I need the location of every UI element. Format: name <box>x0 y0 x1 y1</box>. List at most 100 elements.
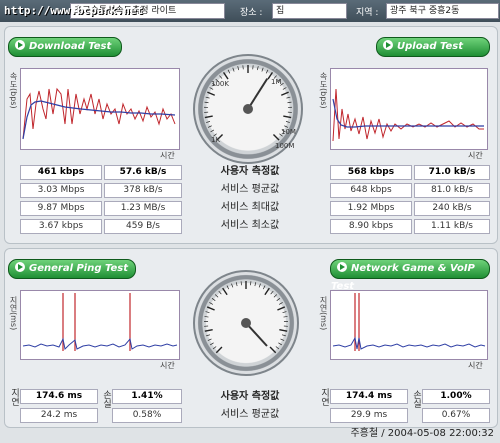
gauge-tick <box>278 302 283 305</box>
gauge-tick <box>237 66 240 71</box>
gauge-tick <box>282 87 287 90</box>
gauge-tick <box>279 328 288 332</box>
place-label: 장소 : <box>240 8 263 18</box>
gauge-tick <box>204 115 213 119</box>
gauge-tick <box>270 290 274 295</box>
upload-x-label: 시간 <box>468 151 483 160</box>
gauge-tick <box>283 115 292 119</box>
upload-value: 81.0 kB/s <box>414 183 490 198</box>
download-value: 3.03 Mbps <box>20 183 102 198</box>
download-y-label: 속도(bps) <box>9 72 18 109</box>
gauge-tick <box>218 290 222 295</box>
gauge-tick <box>256 66 259 71</box>
speed-needle <box>247 78 269 110</box>
download-value: 378 kB/s <box>104 183 182 198</box>
ping-latency-value: 174.6 ms <box>20 389 98 404</box>
gauge-tick <box>210 129 215 133</box>
gauge-tick <box>235 282 238 287</box>
gauge-tick <box>210 342 214 346</box>
game-loss-value: 0.67% <box>422 408 490 423</box>
game-latency-value: 29.9 ms <box>330 408 408 423</box>
ping-latency-value: 24.2 ms <box>20 408 98 423</box>
upload-test-button[interactable]: Upload Test <box>376 37 490 57</box>
gauge-tick <box>269 346 277 354</box>
general-ping-test-button[interactable]: General Ping Test <box>8 259 136 279</box>
ping-y-label: 지연(ms) <box>9 296 18 331</box>
upload-graph <box>330 68 488 150</box>
gauge-tick <box>204 316 209 318</box>
download-value: 459 B/s <box>104 219 182 234</box>
gauge-tick <box>207 125 212 128</box>
gauge-tick-label: 1M <box>271 78 282 86</box>
gauge-tick <box>222 72 229 80</box>
game-voip-test-button[interactable]: Network Game & VoIP Test <box>330 259 490 292</box>
gauge-tick <box>282 311 287 314</box>
gauge-tick <box>258 283 261 288</box>
gauge-tick <box>254 282 257 287</box>
download-graph <box>20 68 180 150</box>
gauge-tick <box>282 334 287 337</box>
ping-x-label: 시간 <box>160 361 175 370</box>
gauge-tick <box>286 96 291 99</box>
upload-value: 240 kB/s <box>414 201 490 216</box>
footer-user-timestamp: 주흥철 / 2004-05-08 22:00:32 <box>350 428 494 439</box>
gauge-tick <box>261 67 264 72</box>
ping-gauge-dial <box>204 281 288 354</box>
gauge-tick <box>231 283 234 288</box>
download-value: 1.23 MB/s <box>104 201 182 216</box>
gauge-tick <box>219 75 223 79</box>
gauge-hub <box>243 104 253 114</box>
gauge-tick <box>232 67 235 72</box>
upload-value: 1.11 kB/s <box>414 219 490 234</box>
upload-test-label: Upload Test <box>397 41 464 52</box>
download-value: 57.6 kB/s <box>104 165 182 180</box>
upload-value: 8.90 kbps <box>330 219 412 234</box>
download-x-label: 시간 <box>160 151 175 160</box>
label-user-measured: 사용자 측정값 <box>220 391 280 402</box>
download-value: 3.67 kbps <box>20 219 102 234</box>
gauge-tick <box>209 302 214 305</box>
game-x-label: 시간 <box>468 361 483 370</box>
download-value: 9.87 Mbps <box>20 201 102 216</box>
place-field[interactable]: 집 <box>272 3 347 19</box>
gauge-tick <box>205 96 210 99</box>
gauge-tick-label: 100M <box>275 142 294 150</box>
gauge-tick <box>204 328 213 332</box>
label-service-average: 서비스 평균값 <box>220 409 280 420</box>
gauge-tick <box>280 91 289 96</box>
gauge-tick <box>276 298 281 301</box>
gauge-tick <box>206 306 215 311</box>
upload-value: 1.92 Mbps <box>330 201 412 216</box>
general-ping-test-label: General Ping Test <box>29 263 129 274</box>
play-icon <box>337 262 347 272</box>
gauge-tick-label: 1K <box>211 136 220 144</box>
gauge-tick <box>212 346 217 350</box>
gauge-tick <box>206 121 211 123</box>
gauge-tick <box>262 285 266 290</box>
game-latency-value: 174.4 ms <box>330 389 408 404</box>
label-service-max: 서비스 최대값 <box>220 202 280 213</box>
gauge-tick <box>227 69 231 74</box>
gauge-tick <box>204 101 209 104</box>
upload-value: 648 kbps <box>330 183 412 198</box>
region-field[interactable]: 광주 북구 중흥2동 <box>386 3 499 19</box>
label-user-measured: 사용자 측정값 <box>220 166 280 177</box>
upload-value: 568 kbps <box>330 165 412 180</box>
speed-gauge-dial: 100K 1M 10M 100M 1K <box>204 65 296 150</box>
gauge-tick <box>283 316 288 318</box>
gauge-tick <box>285 121 290 123</box>
gauge-tick <box>277 306 286 311</box>
gauge-tick <box>272 133 280 141</box>
gauge-tick <box>275 346 280 350</box>
gauge-tick <box>205 311 210 314</box>
gauge-tick <box>280 338 285 341</box>
gauge-tick-label: 10M <box>281 128 296 136</box>
gauge-tick <box>273 294 278 298</box>
download-test-button[interactable]: Download Test <box>8 37 122 57</box>
game-y-label: 지연(ms) <box>319 296 328 331</box>
gauge-tick <box>207 91 216 96</box>
gauge-tick <box>278 342 282 346</box>
upload-y-label: 속도(bps) <box>319 72 328 109</box>
play-icon <box>15 40 25 50</box>
gauge-tick <box>264 287 270 296</box>
